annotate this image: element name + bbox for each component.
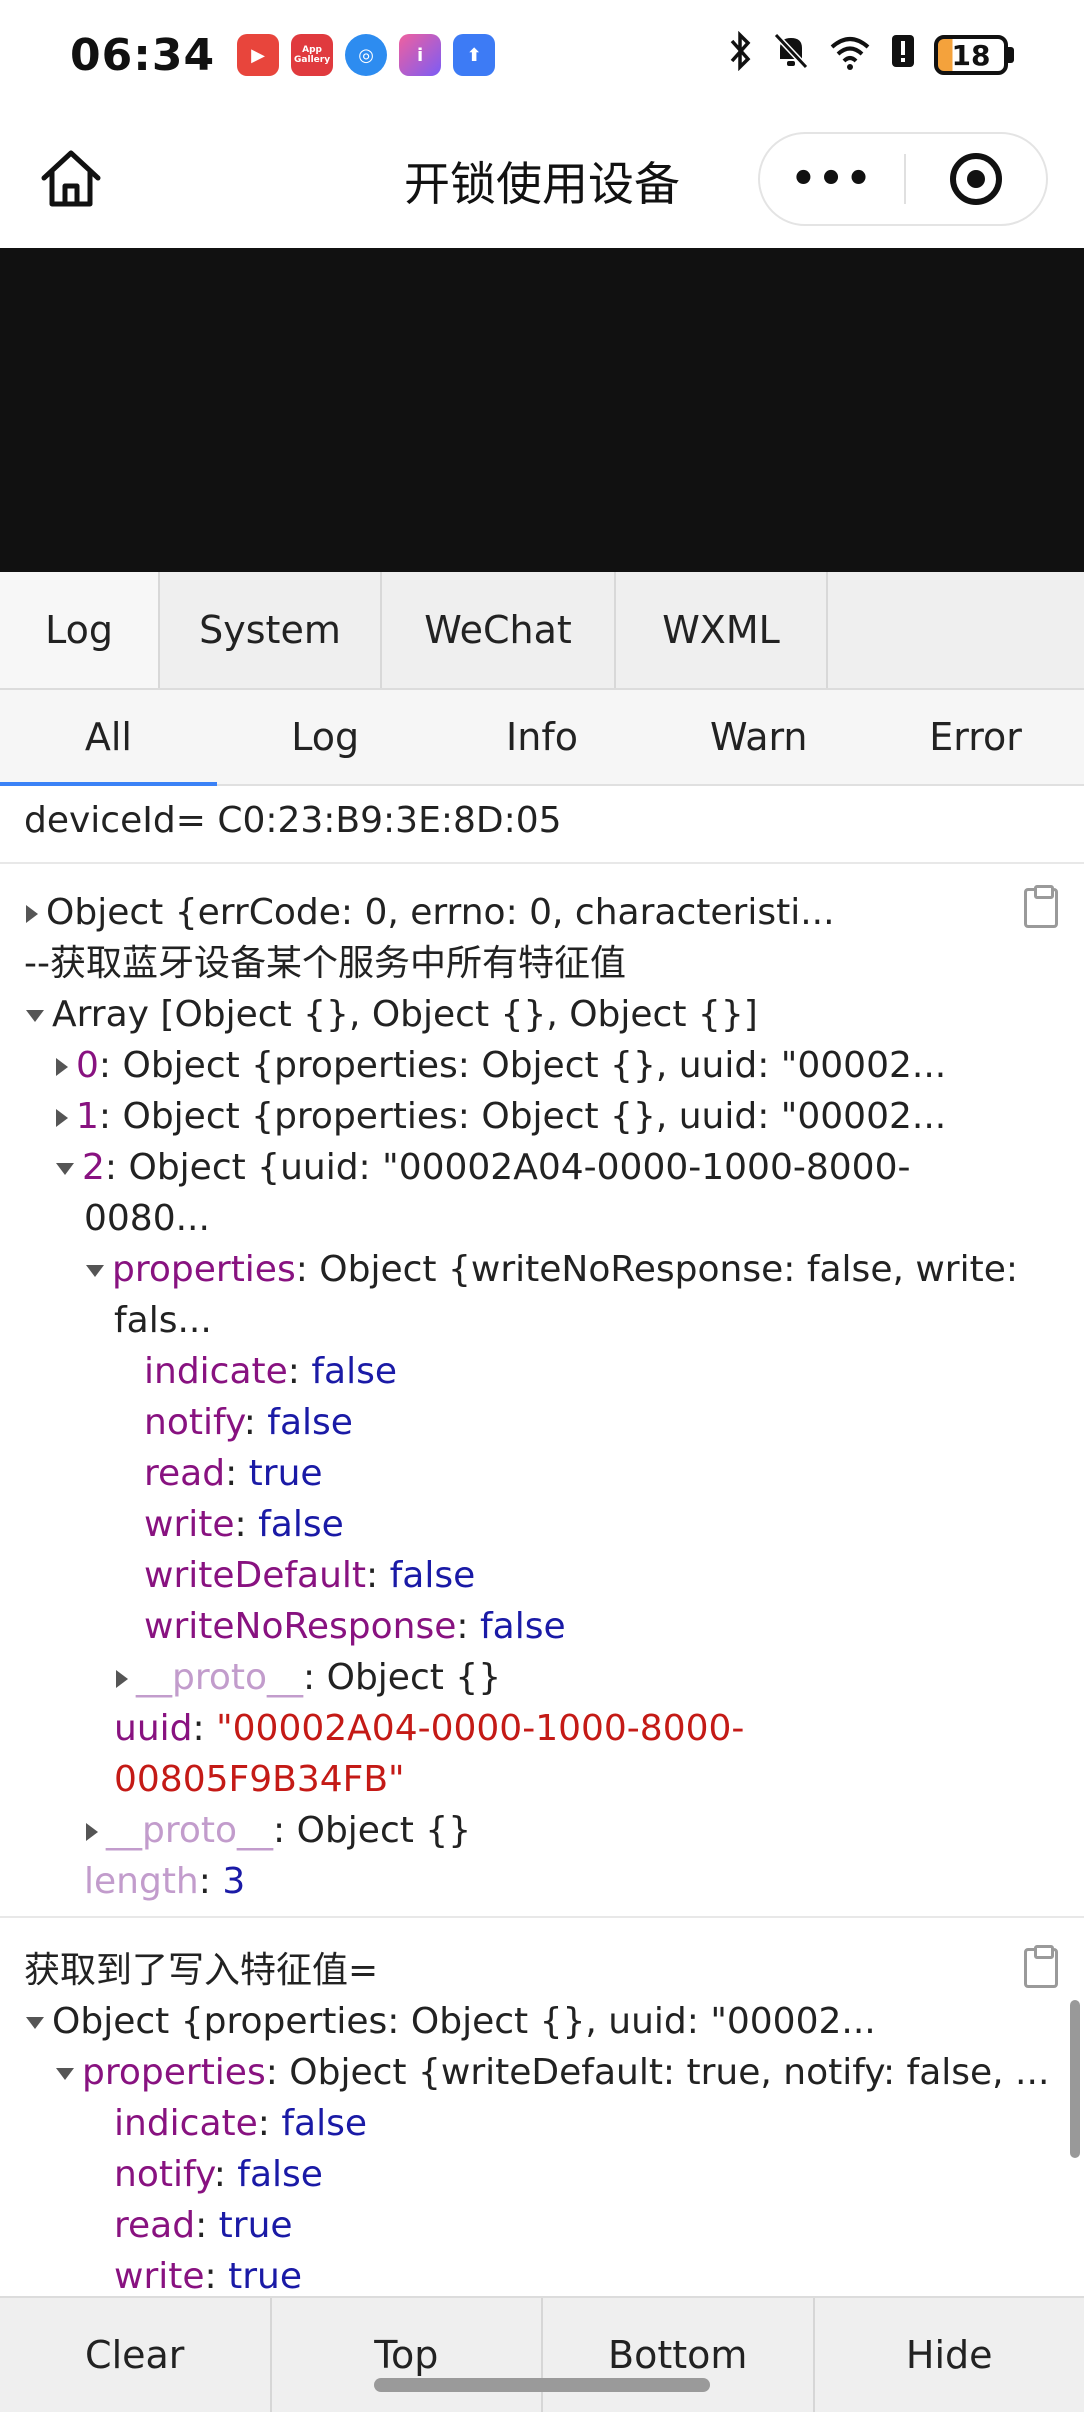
expand-arrow-icon xyxy=(86,1823,98,1841)
tree-node[interactable]: Array [Object {}, Object {}, Object {}] xyxy=(26,990,758,1040)
log-filter-tabs: All Log Info Warn Error xyxy=(0,690,1084,786)
browser-icon: ◎ xyxy=(345,34,388,76)
more-button[interactable]: ••• xyxy=(760,156,904,202)
filter-tab-log[interactable]: Log xyxy=(217,690,434,784)
log-entry: Object {errCode: 0, errno: 0, characteri… xyxy=(0,864,1084,1918)
tab-wechat[interactable]: WeChat xyxy=(382,572,616,688)
bottom-button[interactable]: Bottom xyxy=(543,2298,815,2412)
vconsole-toolbar: Clear Top Bottom Hide xyxy=(0,2296,1084,2412)
filter-tab-all[interactable]: All xyxy=(0,690,217,786)
property-row: writeDefault: false xyxy=(144,1555,476,1596)
filter-tab-error[interactable]: Error xyxy=(867,690,1084,784)
collapse-arrow-icon xyxy=(26,2017,44,2029)
tree-node[interactable]: 0: Object {properties: Object {}, uuid: … xyxy=(56,1041,946,1091)
alert-icon xyxy=(890,31,916,80)
top-button[interactable]: Top xyxy=(272,2298,543,2412)
tree-node[interactable]: __proto__: Object {} xyxy=(116,1653,501,1703)
status-time: 06:34 xyxy=(70,29,216,81)
app-gallery-icon: App Gallery xyxy=(291,34,334,76)
collapse-arrow-icon xyxy=(86,1265,104,1277)
expand-arrow-icon xyxy=(56,1058,68,1076)
collapse-arrow-icon xyxy=(56,1163,74,1175)
i-app-icon: i xyxy=(399,34,442,76)
mute-bell-icon xyxy=(772,31,810,80)
property-row: write: true xyxy=(114,2256,302,2296)
record-icon xyxy=(950,153,1002,205)
tree-node[interactable]: properties: Object {writeDefault: true, … xyxy=(56,2048,1049,2098)
property-row: length: 3 xyxy=(84,1861,246,1902)
log-text: 获取到了写入特征值= xyxy=(24,1950,379,1991)
log-text: deviceId= C0:23:B9:3E:8D:05 xyxy=(24,800,562,841)
property-row: notify: false xyxy=(144,1402,353,1443)
tree-node[interactable]: 1: Object {properties: Object {}, uuid: … xyxy=(56,1092,946,1142)
expand-arrow-icon xyxy=(56,1109,68,1127)
property-row: notify: false xyxy=(114,2154,323,2195)
tree-node[interactable]: 2: Object {uuid: "00002A04-0000-1000-800… xyxy=(56,1143,910,1193)
bluetooth-icon xyxy=(728,30,754,80)
tab-system[interactable]: System xyxy=(160,572,382,688)
status-indicators: 18 xyxy=(728,30,1014,80)
tree-node[interactable]: Object {errCode: 0, errno: 0, characteri… xyxy=(26,888,835,938)
vconsole-tabs: Log System WeChat WXML xyxy=(0,572,1084,690)
page-content-area xyxy=(0,248,1084,572)
filter-tab-warn[interactable]: Warn xyxy=(650,690,867,784)
copy-icon[interactable] xyxy=(1024,1945,1058,1988)
filter-tab-info[interactable]: Info xyxy=(434,690,651,784)
collapse-arrow-icon xyxy=(56,2068,74,2080)
notification-app-icons: ▶ App Gallery ◎ i ⬆ xyxy=(237,34,496,76)
log-text: fals... xyxy=(114,1300,212,1341)
property-row: write: false xyxy=(144,1504,344,1545)
property-row: writeNoResponse: false xyxy=(144,1606,566,1647)
status-bar: 06:34 ▶ App Gallery ◎ i ⬆ 18 xyxy=(0,0,1084,110)
property-row: indicate: false xyxy=(144,1351,398,1392)
log-list: deviceId= C0:23:B9:3E:8D:05 Object {errC… xyxy=(0,786,1084,2296)
close-button[interactable] xyxy=(906,153,1046,205)
home-indicator[interactable] xyxy=(374,2378,710,2392)
log-scrollbar[interactable] xyxy=(1070,2000,1080,2158)
tab-log[interactable]: Log xyxy=(0,572,160,688)
video-app-icon: ▶ xyxy=(237,34,280,76)
property-row: read: true xyxy=(114,2205,293,2246)
property-row: indicate: false xyxy=(114,2103,368,2144)
copy-icon[interactable] xyxy=(1024,885,1058,928)
hide-button[interactable]: Hide xyxy=(815,2298,1084,2412)
log-text: --获取蓝牙设备某个服务中所有特征值 xyxy=(24,943,626,984)
expand-arrow-icon xyxy=(26,905,38,923)
tab-wxml[interactable]: WXML xyxy=(616,572,828,688)
log-entry: 获取到了写入特征值= Object {properties: Object {}… xyxy=(0,1918,1084,2296)
property-row: uuid: "00002A04-0000-1000-8000- xyxy=(114,1708,745,1749)
log-text: 00805F9B34FB" xyxy=(114,1759,405,1800)
tree-node[interactable]: properties: Object {writeNoResponse: fal… xyxy=(86,1245,1018,1295)
log-text: 0080... xyxy=(84,1198,210,1239)
battery-indicator: 18 xyxy=(934,35,1014,75)
capsule-menu: ••• xyxy=(758,132,1048,226)
wifi-icon xyxy=(828,31,872,80)
upload-app-icon: ⬆ xyxy=(453,34,496,76)
tree-node[interactable]: Object {properties: Object {}, uuid: "00… xyxy=(26,1997,876,2047)
battery-level: 18 xyxy=(934,35,1008,75)
log-entry: deviceId= C0:23:B9:3E:8D:05 xyxy=(0,786,1084,864)
clear-button[interactable]: Clear xyxy=(0,2298,272,2412)
battery-tip xyxy=(1008,47,1014,63)
expand-arrow-icon xyxy=(116,1670,128,1688)
property-row: read: true xyxy=(144,1453,323,1494)
tree-node[interactable]: __proto__: Object {} xyxy=(86,1806,471,1856)
collapse-arrow-icon xyxy=(26,1010,44,1022)
mini-program-navbar: 开锁使用设备 ••• xyxy=(0,110,1084,248)
